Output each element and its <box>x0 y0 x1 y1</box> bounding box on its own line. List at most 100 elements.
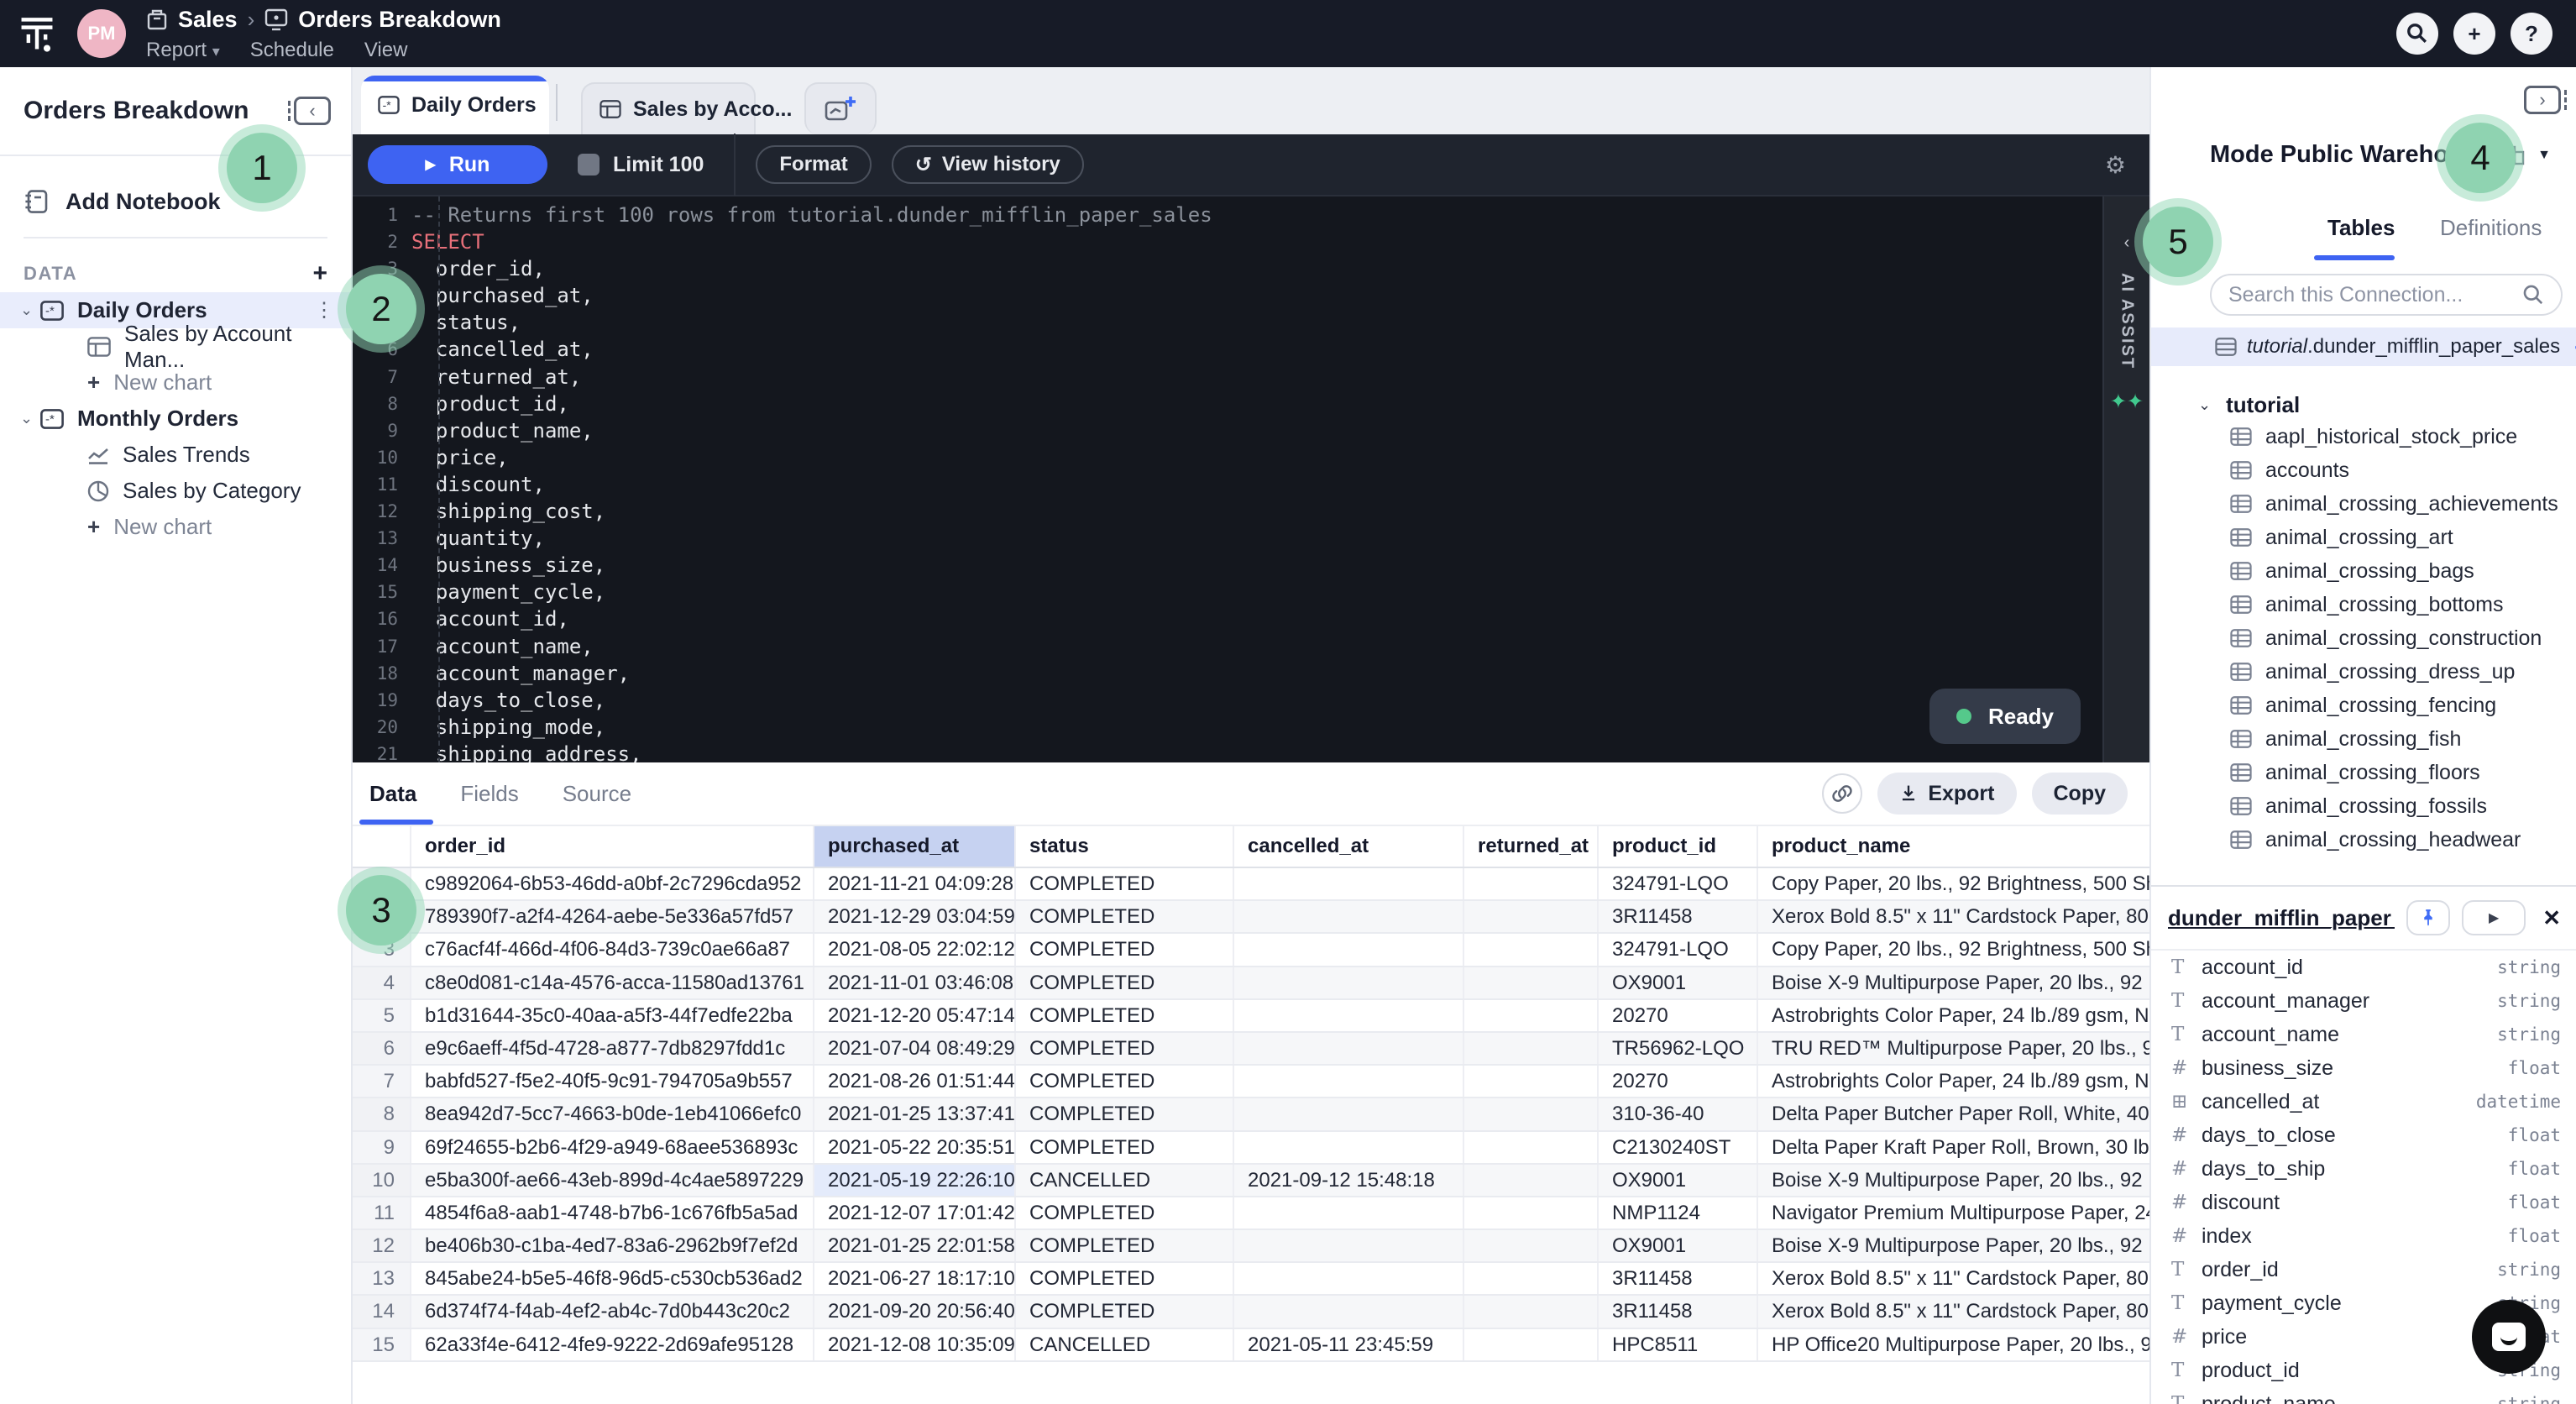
cell-purchased-at[interactable]: 2021-11-21 04:09:28 <box>814 868 1016 899</box>
cell-purchased-at[interactable]: 2021-12-07 17:01:42 <box>814 1197 1016 1228</box>
table-list-item[interactable]: animal_crossing_fossils <box>2151 789 2576 823</box>
table-row[interactable]: 6 e9c6aeff-4f5d-4728-a877-7db8297fdd1c 2… <box>353 1033 2149 1066</box>
cell-purchased-at[interactable]: 2021-12-20 05:47:14 <box>814 1000 1016 1031</box>
cell-cancelled-at[interactable] <box>1234 967 1464 998</box>
cell-cancelled-at[interactable] <box>1234 868 1464 899</box>
preview-table-button[interactable]: ▶ <box>2462 900 2526 935</box>
new-chart-tab-button[interactable] <box>804 82 877 134</box>
code-line[interactable]: 5 status, <box>353 309 2102 336</box>
cell-purchased-at[interactable]: 2021-01-25 22:01:58 <box>814 1230 1016 1261</box>
run-button[interactable]: ▶Run <box>368 145 547 184</box>
col-header-purchased-at[interactable]: purchased_at <box>814 826 1016 867</box>
column-row[interactable]: # days_to_close float <box>2151 1118 2576 1152</box>
add-data-icon[interactable]: + <box>312 259 327 288</box>
tab-data[interactable]: Data <box>369 781 416 807</box>
sidebar-item-sales-trends[interactable]: Sales Trends <box>0 437 351 473</box>
table-row[interactable]: 14 6d374f74-f4ab-4ef2-ab4c-7d0b443c20c2 … <box>353 1296 2149 1328</box>
tab-kebab-icon[interactable]: ⋮ <box>548 93 549 118</box>
cell-product-name[interactable]: Boise X-9 Multipurpose Paper, 20 lbs., 9… <box>1758 1165 2149 1196</box>
link-button[interactable] <box>1822 773 1862 814</box>
code-line[interactable]: 2SELECT <box>353 228 2102 255</box>
cell-status[interactable]: CANCELLED <box>1016 1329 1234 1360</box>
col-header-returned-at[interactable]: returned_at <box>1464 826 1599 867</box>
table-row[interactable]: 3 c76acf4f-466d-4f06-84d3-739c0ae66a87 2… <box>353 934 2149 967</box>
code-line[interactable]: 20 shipping_mode, <box>353 714 2102 741</box>
table-list-item[interactable]: animal_crossing_dress_up <box>2151 655 2576 689</box>
code-line[interactable]: 1-- Returns first 100 rows from tutorial… <box>353 202 2102 228</box>
table-list-item[interactable]: animal_crossing_construction <box>2151 621 2576 655</box>
column-row[interactable]: # discount float <box>2151 1186 2576 1219</box>
cell-order-id[interactable]: 69f24655-b2b6-4f29-a949-68aee536893c <box>411 1132 814 1163</box>
export-button[interactable]: Export <box>1877 773 2016 815</box>
sidebar-item-monthly-orders[interactable]: ⌄ -* Monthly Orders <box>0 401 351 437</box>
menu-report[interactable]: Report ▾ <box>146 39 220 62</box>
sidebar-item-sales-by-category[interactable]: Sales by Category <box>0 473 351 509</box>
cell-product-name[interactable]: Delta Paper Butcher Paper Roll, White, 4… <box>1758 1098 2149 1129</box>
cell-purchased-at[interactable]: 2021-08-05 22:02:12 <box>814 934 1016 965</box>
code-line[interactable]: 16 account_id, <box>353 605 2102 632</box>
cell-status[interactable]: COMPLETED <box>1016 1033 1234 1064</box>
limit-checkbox[interactable] <box>578 154 599 176</box>
col-header-product-id[interactable]: product_id <box>1599 826 1758 867</box>
cell-purchased-at[interactable]: 2021-09-20 20:56:40 <box>814 1296 1016 1327</box>
cell-product-name[interactable]: TRU RED™ Multipurpose Paper, 20 lbs., 96… <box>1758 1033 2149 1064</box>
cell-cancelled-at[interactable] <box>1234 1098 1464 1129</box>
col-header-status[interactable]: status <box>1016 826 1234 867</box>
breadcrumb-report-title[interactable]: Orders Breakdown <box>298 7 501 33</box>
table-list-item[interactable]: animal_crossing_bottoms <box>2151 588 2576 621</box>
cell-status[interactable]: COMPLETED <box>1016 1066 1234 1097</box>
column-row[interactable]: T account_name string <box>2151 1018 2576 1051</box>
table-list-item[interactable]: animal_crossing_floors <box>2151 756 2576 789</box>
code-line[interactable]: 6 cancelled_at, <box>353 336 2102 363</box>
table-list-item[interactable]: animal_crossing_bags <box>2151 554 2576 588</box>
cell-purchased-at[interactable]: 2021-01-25 13:37:41 <box>814 1098 1016 1129</box>
cell-product-id[interactable]: C2130240ST <box>1599 1132 1758 1163</box>
cell-product-id[interactable]: OX9001 <box>1599 967 1758 998</box>
cell-returned-at[interactable] <box>1464 1296 1599 1327</box>
col-header-order-id[interactable]: order_id <box>411 826 814 867</box>
cell-status[interactable]: COMPLETED <box>1016 1296 1234 1327</box>
chevron-down-icon[interactable]: ⌄ <box>20 301 40 319</box>
add-button[interactable]: + <box>2453 13 2495 55</box>
cell-returned-at[interactable] <box>1464 1098 1599 1129</box>
cell-product-id[interactable]: 310-36-40 <box>1599 1098 1758 1129</box>
cell-product-id[interactable]: 3R11458 <box>1599 901 1758 932</box>
collapse-left-icon[interactable]: ‹ <box>2124 233 2130 253</box>
limit-checkbox-group[interactable]: Limit 100 <box>578 153 704 177</box>
connection-search[interactable] <box>2210 274 2563 316</box>
cell-cancelled-at[interactable] <box>1234 901 1464 932</box>
column-row[interactable]: T account_manager string <box>2151 984 2576 1018</box>
table-row[interactable]: 10 e5ba300f-ae66-43eb-899d-4c4ae5897229 … <box>353 1165 2149 1197</box>
cell-product-name[interactable]: Xerox Bold 8.5" x 11" Cardstock Paper, 8… <box>1758 1263 2149 1294</box>
table-list-item[interactable]: animal_crossing_art <box>2151 521 2576 554</box>
cell-returned-at[interactable] <box>1464 1132 1599 1163</box>
cell-product-id[interactable]: TR56962-LQO <box>1599 1033 1758 1064</box>
sidebar-item-new-chart-2[interactable]: + New chart <box>0 509 351 545</box>
cell-purchased-at[interactable]: 2021-08-26 01:51:44 <box>814 1066 1016 1097</box>
code-line[interactable]: 19 days_to_close, <box>353 687 2102 714</box>
table-row[interactable]: 5 b1d31644-35c0-40aa-a5f3-44f7edfe22ba 2… <box>353 1000 2149 1033</box>
cell-status[interactable]: COMPLETED <box>1016 967 1234 998</box>
cell-status[interactable]: COMPLETED <box>1016 934 1234 965</box>
col-header-cancelled-at[interactable]: cancelled_at <box>1234 826 1464 867</box>
cell-order-id[interactable]: 845abe24-b5e5-46f8-96d5-c530cb536ad2 <box>411 1263 814 1294</box>
cell-order-id[interactable]: b1d31644-35c0-40aa-a5f3-44f7edfe22ba <box>411 1000 814 1031</box>
search-input[interactable] <box>2228 283 2512 307</box>
table-row[interactable]: 15 62a33f4e-6412-4fe9-9222-2d69afe95128 … <box>353 1329 2149 1362</box>
cell-returned-at[interactable] <box>1464 1197 1599 1228</box>
cell-product-id[interactable]: 324791-LQO <box>1599 868 1758 899</box>
code-line[interactable]: 11 discount, <box>353 471 2102 498</box>
cell-product-name[interactable]: HP Office20 Multipurpose Paper, 20 lbs.,… <box>1758 1329 2149 1360</box>
cell-cancelled-at[interactable] <box>1234 1132 1464 1163</box>
code-line[interactable]: 18 account_manager, <box>353 660 2102 687</box>
cell-purchased-at[interactable]: 2021-05-22 20:35:51 <box>814 1132 1016 1163</box>
breadcrumb-workspace[interactable]: Sales <box>178 7 238 33</box>
cell-cancelled-at[interactable] <box>1234 1197 1464 1228</box>
cell-purchased-at[interactable]: 2021-11-01 03:46:08 <box>814 967 1016 998</box>
cell-cancelled-at[interactable] <box>1234 1000 1464 1031</box>
cell-product-name[interactable]: Astrobrights Color Paper, 24 lb./89 gsm,… <box>1758 1000 2149 1031</box>
add-notebook-button[interactable]: Add Notebook <box>0 176 351 227</box>
chevron-down-icon[interactable]: ⌄ <box>20 410 40 427</box>
cell-product-name[interactable]: Xerox Bold 8.5" x 11" Cardstock Paper, 8… <box>1758 901 2149 932</box>
table-list-item[interactable]: animal_crossing_headwear <box>2151 823 2576 857</box>
